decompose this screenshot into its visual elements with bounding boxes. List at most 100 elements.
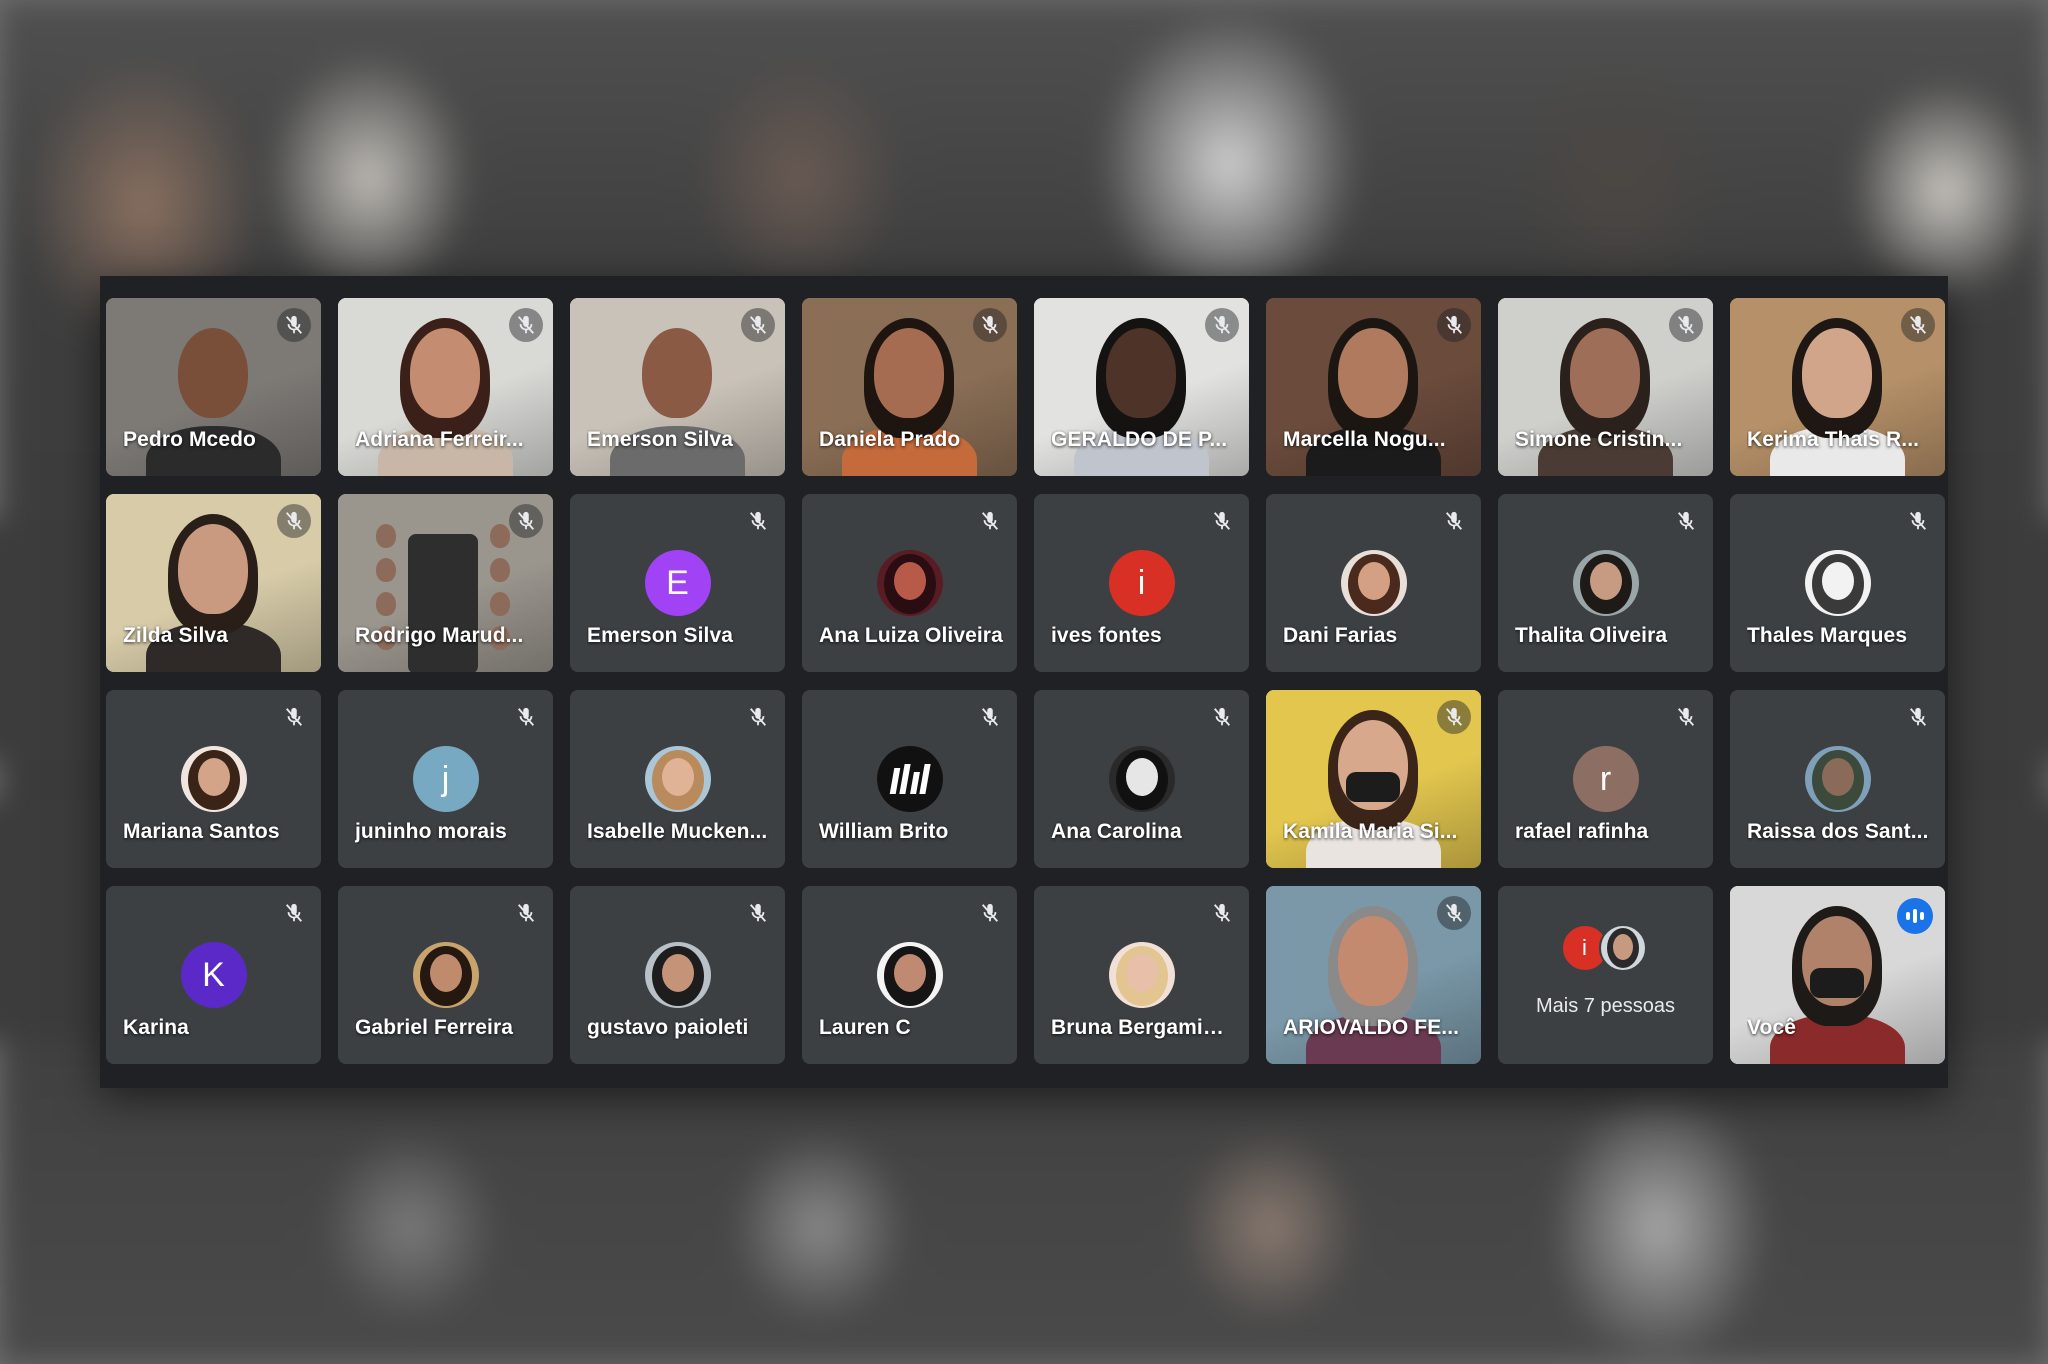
- person-head: [874, 328, 944, 418]
- mic-off-icon: [741, 504, 775, 538]
- participant-tile[interactable]: K Karina: [106, 886, 321, 1064]
- mic-off-icon: [741, 308, 775, 342]
- participant-tile[interactable]: Simone Cristin...: [1498, 298, 1713, 476]
- person-head: [410, 328, 480, 418]
- participant-tile[interactable]: Emerson Silva: [570, 298, 785, 476]
- participant-tile[interactable]: E Emerson Silva: [570, 494, 785, 672]
- mic-off-icon: [1669, 504, 1703, 538]
- participant-tile[interactable]: GERALDO DE P...: [1034, 298, 1249, 476]
- person-head: [1338, 328, 1408, 418]
- mic-off-icon: [1669, 308, 1703, 342]
- participant-tile[interactable]: Marcella Nogu...: [1266, 298, 1481, 476]
- mic-off-icon: [1437, 504, 1471, 538]
- person-head: [1570, 328, 1640, 418]
- participant-tile[interactable]: Daniela Prado: [802, 298, 1017, 476]
- mic-off-icon: [1901, 504, 1935, 538]
- avatar-face: [1589, 562, 1622, 600]
- group-person: [376, 592, 396, 616]
- mic-off-icon: [1437, 700, 1471, 734]
- person-head: [178, 524, 248, 614]
- letter-avatar: K: [180, 942, 247, 1008]
- participant-tile[interactable]: Raissa dos Sant...: [1730, 690, 1945, 868]
- participant-tile[interactable]: r rafael rafinha: [1498, 690, 1713, 868]
- group-person: [490, 592, 510, 616]
- person-head: [1106, 328, 1176, 418]
- participant-name: Zilda Silva: [123, 624, 228, 647]
- participant-tile[interactable]: Ana Carolina: [1034, 690, 1249, 868]
- conference-table: [408, 534, 478, 672]
- participant-tile[interactable]: i Mais 7 pessoas: [1498, 886, 1713, 1064]
- participant-name: Adriana Ferreir...: [355, 428, 524, 451]
- participant-tile[interactable]: Gabriel Ferreira: [338, 886, 553, 1064]
- participant-tile[interactable]: Thalita Oliveira: [1498, 494, 1713, 672]
- logo-avatar: [876, 746, 943, 812]
- mic-off-icon: [741, 700, 775, 734]
- participant-tile[interactable]: Bruna Bergamin ...: [1034, 886, 1249, 1064]
- participant-tile[interactable]: Isabelle Mucken...: [570, 690, 785, 868]
- mic-off-icon: [1205, 504, 1239, 538]
- mic-off-icon: [1205, 700, 1239, 734]
- profile-avatar: [1108, 942, 1175, 1008]
- profile-avatar: [644, 942, 711, 1008]
- participant-tile[interactable]: Dani Farias: [1266, 494, 1481, 672]
- participant-tile[interactable]: William Brito: [802, 690, 1017, 868]
- participant-tile[interactable]: Rodrigo Marud...: [338, 494, 553, 672]
- participant-name: juninho morais: [355, 820, 507, 843]
- participant-name: Pedro Mcedo: [123, 428, 256, 451]
- mic-off-icon: [509, 700, 543, 734]
- person-head: [642, 328, 712, 418]
- participant-name: Rodrigo Marud...: [355, 624, 524, 647]
- participant-tile[interactable]: ARIOVALDO FE...: [1266, 886, 1481, 1064]
- profile-avatar: [1572, 550, 1639, 616]
- participant-name: rafael rafinha: [1515, 820, 1649, 843]
- avatar-face: [1125, 758, 1158, 796]
- avatar-face: [661, 954, 694, 992]
- participant-grid: Pedro Mcedo Adriana Ferreir... Emerson Sil…: [106, 298, 1945, 1064]
- avatar-face: [893, 562, 926, 600]
- participant-tile[interactable]: Mariana Santos: [106, 690, 321, 868]
- participant-tile[interactable]: Kamila Maria Si...: [1266, 690, 1481, 868]
- person-head: [1338, 916, 1408, 1006]
- participant-tile[interactable]: gustavo paioleti: [570, 886, 785, 1064]
- mic-off-icon: [973, 700, 1007, 734]
- avatar-face: [1821, 562, 1854, 600]
- mic-off-icon: [1669, 700, 1703, 734]
- profile-avatar: [1804, 550, 1871, 616]
- avatar-face: [893, 954, 926, 992]
- letter-avatar: r: [1572, 746, 1639, 812]
- mic-off-icon: [1901, 308, 1935, 342]
- mic-off-icon: [277, 308, 311, 342]
- group-person: [376, 558, 396, 582]
- avatar-face: [1821, 758, 1854, 796]
- profile-avatar: [644, 746, 711, 812]
- participant-name: Você: [1747, 1016, 1797, 1039]
- participant-name: William Brito: [819, 820, 949, 843]
- participant-tile[interactable]: Thales Marques: [1730, 494, 1945, 672]
- participant-name: gustavo paioleti: [587, 1016, 749, 1039]
- mic-off-icon: [277, 700, 311, 734]
- participant-tile[interactable]: Ana Luiza Oliveira: [802, 494, 1017, 672]
- participant-name: Thales Marques: [1747, 624, 1908, 647]
- participant-tile[interactable]: j juninho morais: [338, 690, 553, 868]
- participant-name: Thalita Oliveira: [1515, 624, 1668, 647]
- more-participants-label: Mais 7 pessoas: [1536, 995, 1675, 1017]
- face-mask: [1810, 968, 1864, 998]
- participant-name: Raissa dos Sant...: [1747, 820, 1929, 843]
- group-person: [490, 524, 510, 548]
- participant-tile[interactable]: Pedro Mcedo: [106, 298, 321, 476]
- participant-tile[interactable]: Zilda Silva: [106, 494, 321, 672]
- participant-tile[interactable]: Lauren C: [802, 886, 1017, 1064]
- participant-name: Simone Cristin...: [1515, 428, 1683, 451]
- participant-tile[interactable]: i ives fontes: [1034, 494, 1249, 672]
- participant-tile[interactable]: Adriana Ferreir...: [338, 298, 553, 476]
- participant-name: Emerson Silva: [587, 624, 734, 647]
- mic-off-icon: [509, 896, 543, 930]
- participant-tile[interactable]: Você: [1730, 886, 1945, 1064]
- group-person: [376, 524, 396, 548]
- avatar-face: [197, 758, 230, 796]
- participant-tile[interactable]: Kerima Thais R...: [1730, 298, 1945, 476]
- mic-off-icon: [973, 504, 1007, 538]
- person-head: [178, 328, 248, 418]
- letter-avatar: E: [644, 550, 711, 616]
- participant-name: Lauren C: [819, 1016, 911, 1039]
